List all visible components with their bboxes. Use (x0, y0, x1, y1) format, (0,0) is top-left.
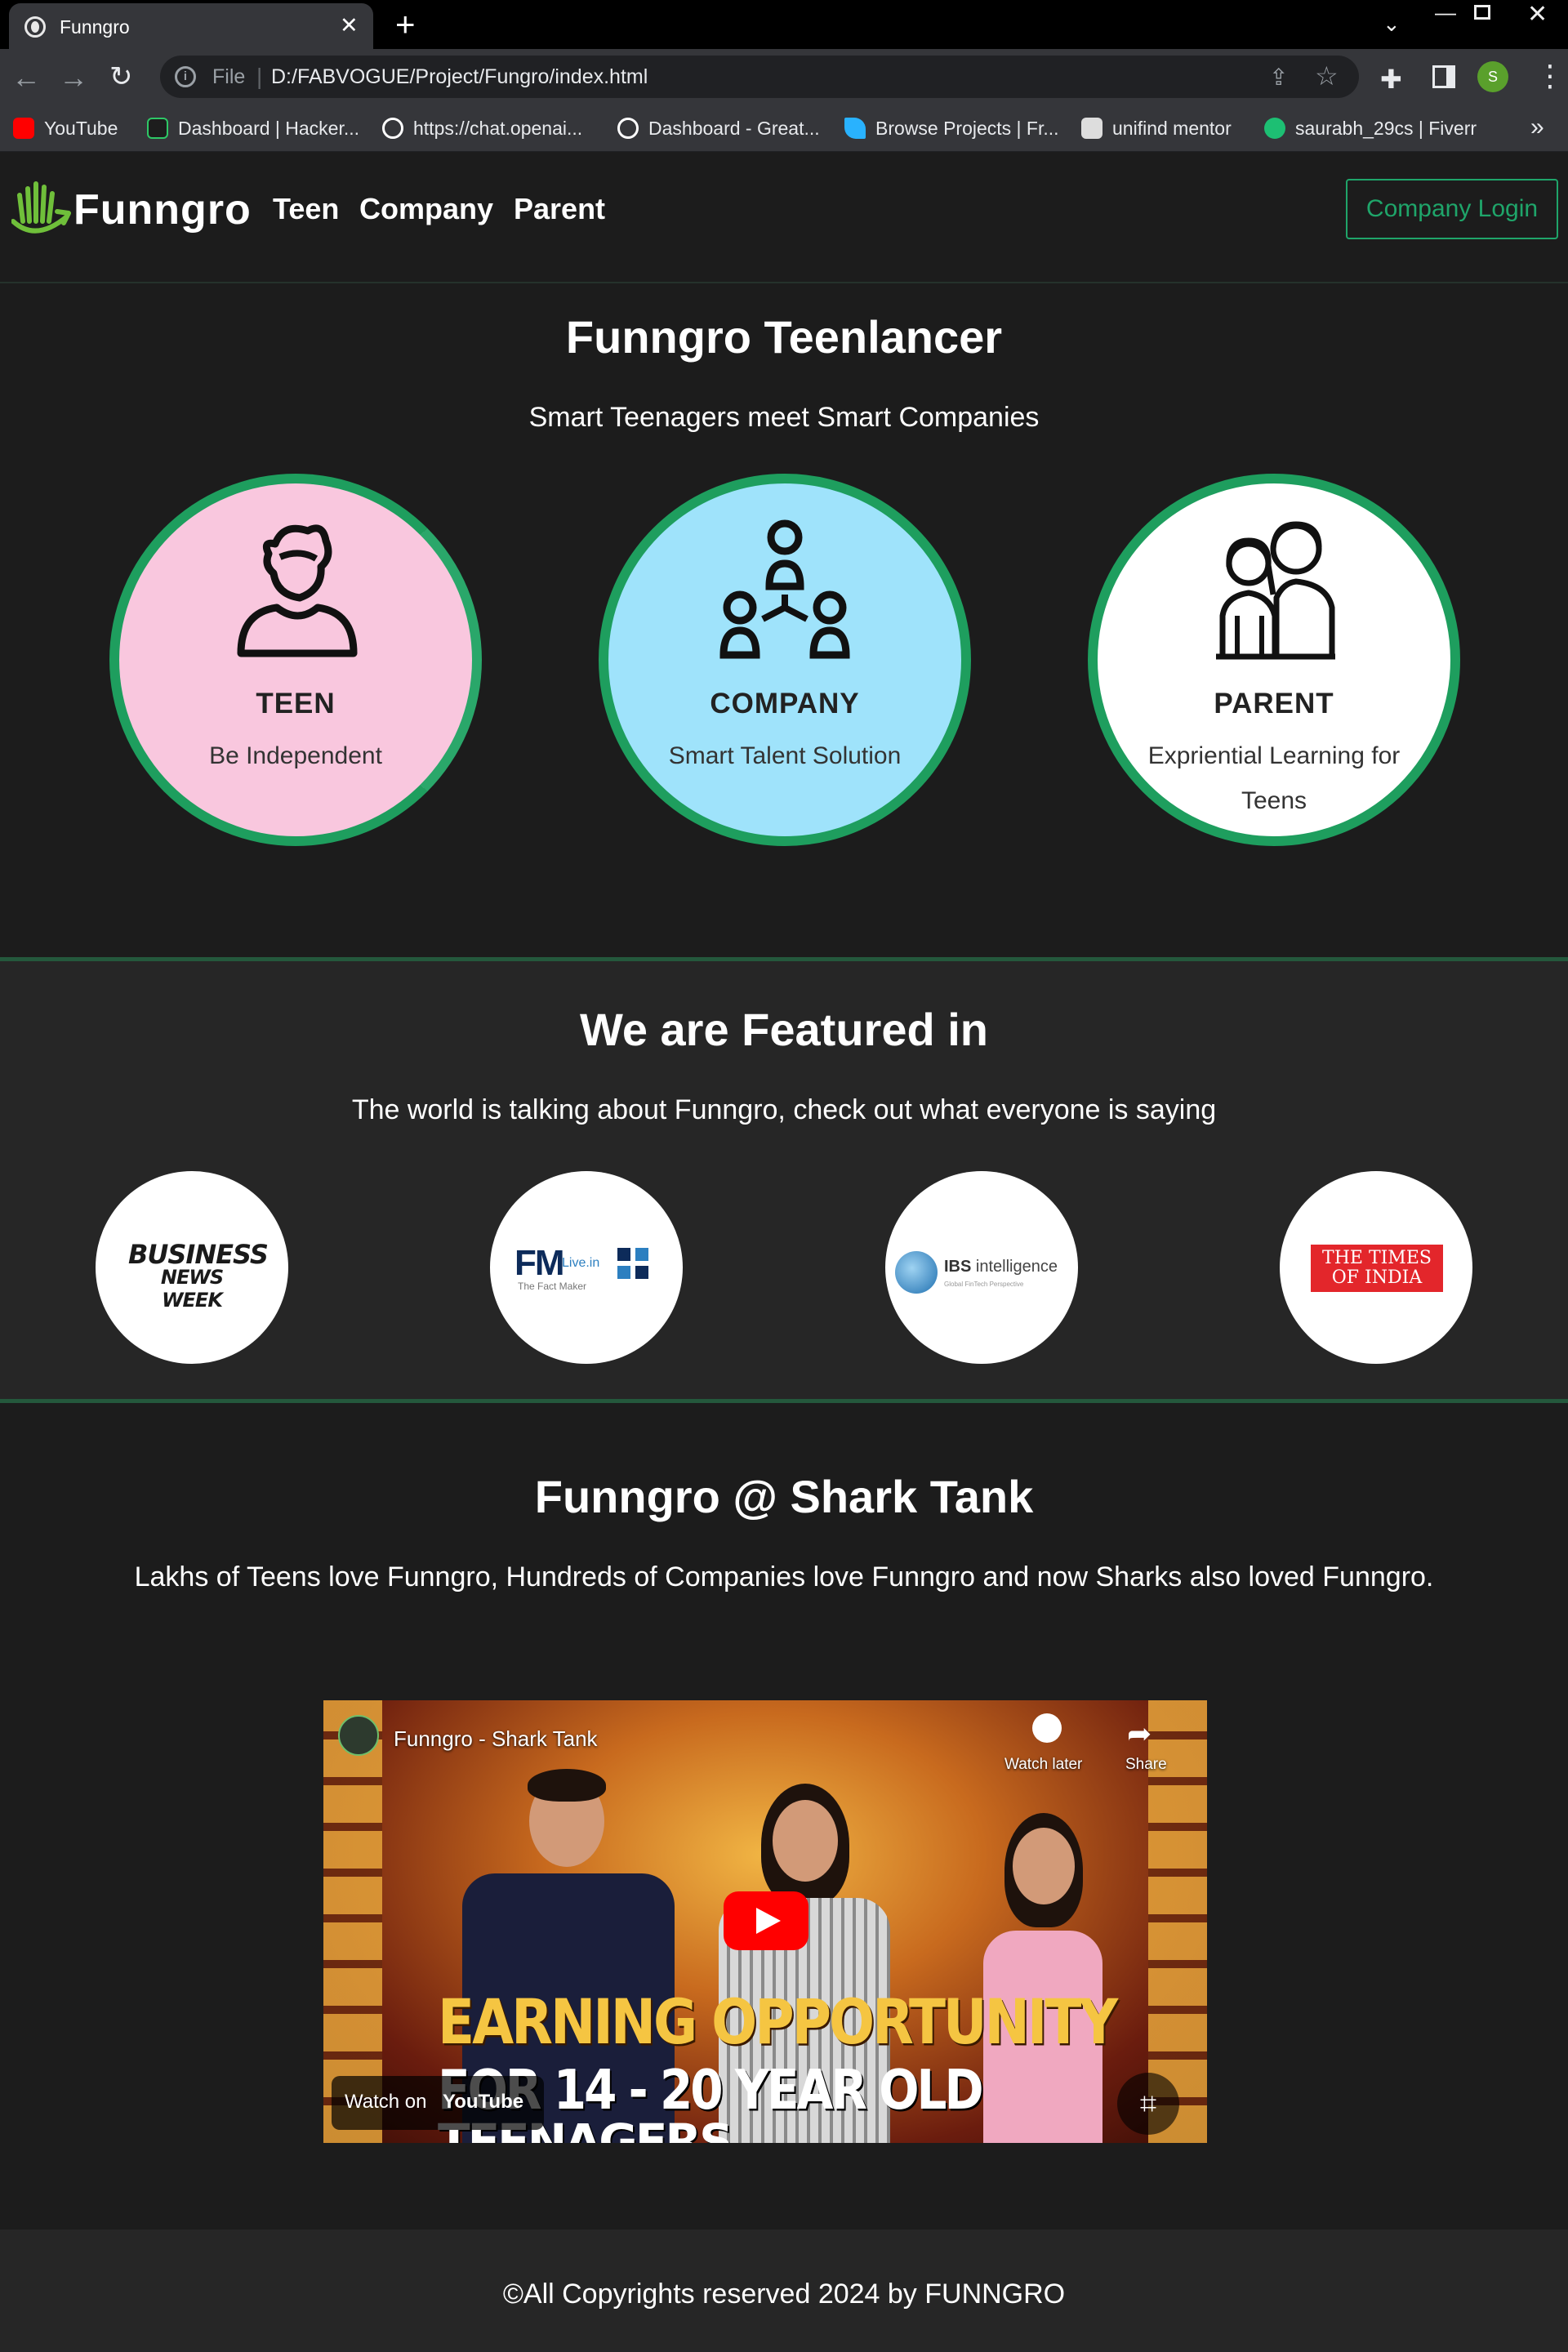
nav-link-teen[interactable]: Teen (273, 192, 339, 226)
channel-avatar[interactable] (338, 1715, 379, 1756)
bookmark-youtube[interactable]: YouTube (13, 115, 118, 141)
fm-logo-mark: FM Live.in The Fact Maker (514, 1243, 662, 1292)
shark-tank-video-embed[interactable]: Funngro - Shark Tank Watch later ➦ Share… (323, 1700, 1207, 2143)
ibs-intelligence-logo[interactable]: IBS intelligence Global FinTech Perspect… (885, 1171, 1078, 1364)
profile-avatar[interactable]: S (1477, 61, 1508, 92)
bnw-logo-text: BUSINESS NEWS WEEK (128, 1239, 269, 1312)
minimize-window-button[interactable]: — (1435, 0, 1456, 25)
nav-link-parent[interactable]: Parent (514, 192, 605, 226)
tab-title: Funngro (60, 16, 130, 38)
featured-subtitle: The world is talking about Funngro, chec… (351, 1094, 1217, 1125)
hero-subtitle: Smart Teenagers meet Smart Companies (528, 402, 1040, 433)
bookmark-hackerrank[interactable]: Dashboard | Hacker... (147, 115, 359, 141)
business-news-week-logo[interactable]: BUSINESS NEWS WEEK (96, 1171, 288, 1364)
bookmark-star-icon[interactable]: ☆ (1315, 60, 1339, 91)
more-bookmarks-chevron-icon[interactable]: » (1530, 114, 1544, 141)
funngro-leaf-icon (11, 181, 71, 234)
clock-icon[interactable] (1032, 1713, 1062, 1743)
lens-scan-icon[interactable]: ⌗ (1117, 2073, 1179, 2135)
section-divider (0, 1399, 1568, 1403)
forward-arrow-icon[interactable]: → (59, 60, 88, 95)
nav-link-company[interactable]: Company (359, 192, 493, 226)
featured-title: We are Featured in (579, 1004, 988, 1055)
hackerrank-icon (147, 118, 168, 139)
globe-icon (895, 1251, 938, 1294)
unifind-icon (1081, 118, 1102, 139)
url-scheme: File (212, 65, 246, 88)
openai-icon (382, 118, 403, 139)
bookmark-unifind[interactable]: unifind mentor (1081, 115, 1232, 141)
url-text[interactable]: D:/FABVOGUE/Project/Fungro/index.html (271, 65, 648, 89)
address-bar[interactable]: i File | D:/FABVOGUE/Project/Fungro/inde… (160, 56, 1359, 98)
freelancer-icon (844, 118, 866, 139)
teen-icon (237, 524, 358, 657)
browser-menu-icon[interactable]: ⋮ (1535, 59, 1565, 93)
times-of-india-logo[interactable]: THE TIMES OF INDIA (1280, 1171, 1472, 1364)
browser-tab[interactable]: Funngro ✕ (9, 3, 373, 49)
footer-copyright: ©All Copyrights reserved 2024 by FUNNGRO (502, 2278, 1066, 2310)
browser-toolbar: ← → ↻ i File | D:/FABVOGUE/Project/Fungr… (0, 49, 1568, 105)
youtube-wordmark: YouTube (443, 2091, 524, 2113)
teen-card[interactable]: TEEN Be Independent (109, 474, 482, 846)
url-separator: | (256, 64, 263, 89)
bookmarks-bar: YouTube Dashboard | Hacker... https://ch… (0, 105, 1568, 152)
bookmark-chatgpt[interactable]: https://chat.openai... (382, 115, 582, 141)
video-caption-line-1: EARNING OPPORTUNITY (438, 1986, 1118, 2059)
parent-card-desc: Expriential Learning for Teens (1147, 742, 1401, 814)
site-footer: ©All Copyrights reserved 2024 by FUNNGRO (0, 2230, 1568, 2352)
company-card-desc: Smart Talent Solution (668, 742, 902, 769)
parent-card[interactable]: PARENT Expriential Learning for Teens (1088, 474, 1460, 846)
new-tab-button[interactable]: + (395, 5, 416, 44)
bookmark-freelancer[interactable]: Browse Projects | Fr... (844, 115, 1059, 141)
funngro-logo[interactable]: Funngro (11, 176, 251, 249)
browser-tab-bar: Funngro ✕ + ⌄ — ✕ (0, 0, 1568, 49)
share-icon[interactable]: ⇪ (1269, 64, 1288, 91)
parent-card-title: PARENT (1214, 688, 1334, 719)
teen-card-desc: Be Independent (209, 742, 382, 769)
fm-live-logo[interactable]: FM Live.in The Fact Maker (490, 1171, 683, 1364)
company-card[interactable]: COMPANY Smart Talent Solution (599, 474, 971, 846)
fiverr-icon (1264, 118, 1285, 139)
google-icon (617, 118, 639, 139)
parent-family-icon (1216, 521, 1335, 660)
presenter-girl (959, 1808, 1122, 2143)
video-title[interactable]: Funngro - Shark Tank (394, 1726, 598, 1752)
toi-logo-mark: THE TIMES OF INDIA (1311, 1245, 1443, 1292)
bookmark-fiverr[interactable]: saurabh_29cs | Fiverr (1264, 115, 1477, 141)
company-login-button[interactable]: Company Login (1346, 179, 1558, 239)
close-tab-icon[interactable]: ✕ (340, 13, 359, 38)
side-panel-icon[interactable] (1432, 65, 1455, 88)
info-icon[interactable]: i (175, 66, 196, 87)
company-network-icon (719, 519, 850, 659)
hero-title: Funngro Teenlancer (565, 311, 1003, 363)
globe-icon (24, 16, 46, 38)
share-button[interactable]: Share (1125, 1756, 1167, 1774)
watch-on-youtube-button[interactable]: Watch on YouTube (332, 2076, 544, 2130)
restore-window-button[interactable] (1474, 5, 1490, 20)
back-arrow-icon[interactable]: ← (11, 60, 41, 95)
logo-text: Funngro (74, 186, 252, 234)
share-arrow-icon[interactable]: ➦ (1127, 1717, 1152, 1751)
tab-search-chevron-icon[interactable]: ⌄ (1383, 11, 1401, 37)
play-button[interactable] (724, 1891, 808, 1950)
shark-tank-subtitle: Lakhs of Teens love Funngro, Hundreds of… (134, 1561, 1434, 1592)
teen-card-title: TEEN (256, 688, 336, 719)
bookmark-great-learning[interactable]: Dashboard - Great... (617, 115, 820, 141)
ibs-logo-mark: IBS intelligence Global FinTech Perspect… (895, 1250, 1068, 1298)
extensions-puzzle-icon[interactable]: ✚ (1380, 64, 1402, 95)
close-window-button[interactable]: ✕ (1527, 0, 1548, 29)
watch-later-button[interactable]: Watch later (1004, 1756, 1082, 1774)
reload-icon[interactable]: ↻ (109, 60, 133, 93)
site-header: Funngro Teen Company Parent Company Logi… (0, 153, 1568, 283)
company-card-title: COMPANY (710, 688, 860, 719)
shark-tank-title: Funngro @ Shark Tank (534, 1471, 1034, 1522)
youtube-icon (13, 118, 34, 139)
